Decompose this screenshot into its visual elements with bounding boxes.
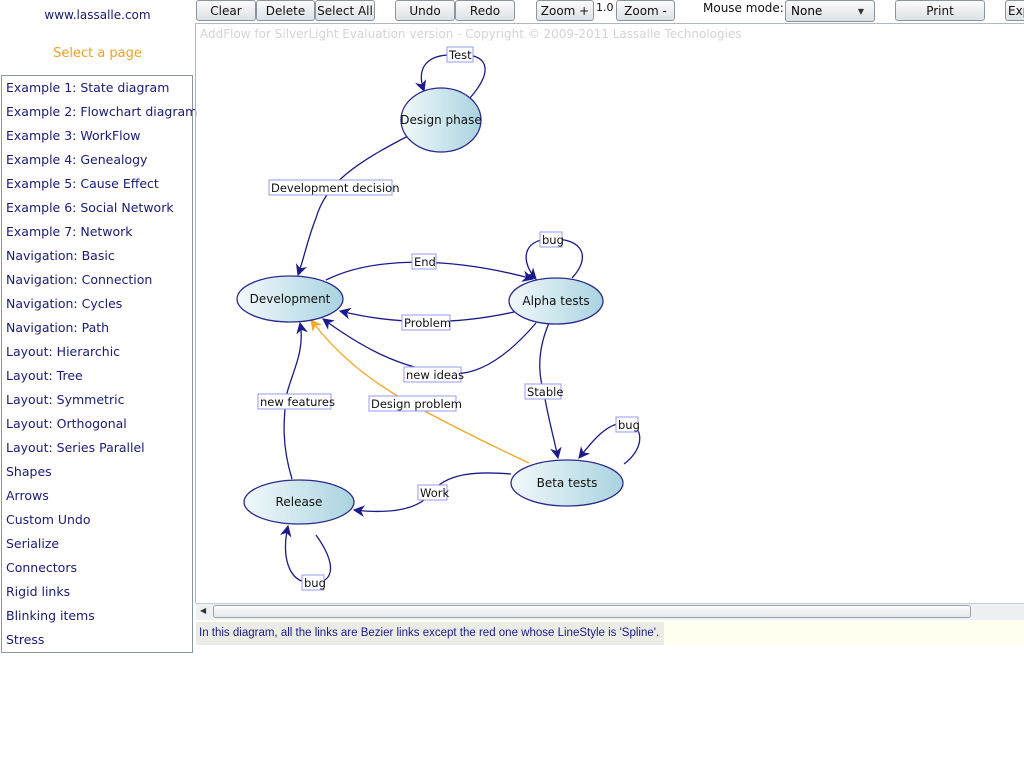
sidebar-item-custom-undo[interactable]: Custom Undo [2,508,192,532]
svg-text:Development decision: Development decision [271,181,399,195]
select-all-button[interactable]: Select All [315,0,375,21]
sidebar-item-layout-orthogonal[interactable]: Layout: Orthogonal [2,412,192,436]
sidebar-item-rigid-links[interactable]: Rigid links [2,580,192,604]
sidebar-item-example-1[interactable]: Example 1: State diagram [2,76,192,100]
link-release-bug[interactable] [280,524,332,584]
link-label-new-ideas: new ideas [403,366,464,383]
link-label-test: Test [446,46,474,63]
undo-button[interactable]: Undo [395,0,455,21]
node-label-design-phase: Design phase [400,113,481,127]
svg-text:Stable: Stable [527,385,563,399]
sidebar-item-layout-symmetric[interactable]: Layout: Symmetric [2,388,192,412]
link-label-stable: Stable [524,383,563,400]
svg-text:Design problem: Design problem [371,397,462,411]
print-button[interactable]: Print [895,0,985,21]
sidebar-item-arrows[interactable]: Arrows [2,484,192,508]
link-development-decision[interactable] [295,135,409,277]
status-bar: In this diagram, all the links are Bezie… [196,621,1024,645]
svg-text:Test: Test [448,48,472,62]
svg-text:bug: bug [618,418,640,432]
sidebar-item-example-5[interactable]: Example 5: Cause Effect [2,172,192,196]
sidebar-item-example-6[interactable]: Example 6: Social Network [2,196,192,220]
site-link[interactable]: www.lassalle.com [0,8,195,22]
link-design-problem[interactable] [310,319,530,464]
link-label-end: End [411,253,437,270]
node-label-development: Development [250,292,331,306]
sidebar-item-navigation-connection[interactable]: Navigation: Connection [2,268,192,292]
node-label-alpha-tests: Alpha tests [522,294,589,308]
scrollbar-thumb[interactable] [213,605,971,618]
sidebar-item-example-3[interactable]: Example 3: WorkFlow [2,124,192,148]
scroll-left-icon[interactable]: ◀ [200,606,206,615]
sidebar-item-layout-hierarchic[interactable]: Layout: Hierarchic [2,340,192,364]
link-label-problem: Problem [401,314,451,331]
svg-text:bug: bug [304,576,326,590]
diagram[interactable]: Design phase Development Alpha tests Bet… [196,23,1024,603]
horizontal-scrollbar[interactable]: ◀ [196,603,1024,620]
sidebar-item-blinking-items[interactable]: Blinking items [2,604,192,628]
mouse-mode-value: None [791,4,823,18]
zoom-level: 1.0 [596,1,614,14]
link-label-beta-bug: bug [615,416,640,433]
delete-button[interactable]: Delete [256,0,315,21]
redo-button[interactable]: Redo [455,0,515,21]
sidebar-item-layout-tree[interactable]: Layout: Tree [2,364,192,388]
sidebar-item-example-4[interactable]: Example 4: Genealogy [2,148,192,172]
node-label-beta-tests: Beta tests [537,476,598,490]
sidebar-item-navigation-basic[interactable]: Navigation: Basic [2,244,192,268]
mouse-mode-label: Mouse mode: [703,1,784,15]
clear-button[interactable]: Clear [196,0,256,21]
sidebar-item-shapes[interactable]: Shapes [2,460,192,484]
toolbar: Clear Delete Select All Undo Redo Zoom +… [195,0,1024,24]
sidebar-item-serialize[interactable]: Serialize [2,532,192,556]
svg-text:End: End [414,255,436,269]
sidebar-item-navigation-cycles[interactable]: Navigation: Cycles [2,292,192,316]
node-label-release: Release [276,495,323,509]
status-text: In this diagram, all the links are Bezie… [196,622,665,645]
sidebar-item-stress[interactable]: Stress [2,628,192,652]
link-label-alpha-bug: bug [539,231,564,248]
svg-text:bug: bug [542,233,564,247]
diagram-canvas[interactable]: AddFlow for SilverLight Evaluation versi… [195,23,1024,603]
export-button[interactable]: Exp [1005,0,1024,21]
link-label-work: Work [417,484,449,501]
zoom-in-button[interactable]: Zoom + [536,0,594,21]
zoom-out-button[interactable]: Zoom - [616,0,675,21]
page-list: Example 1: State diagram Example 2: Flow… [1,75,197,653]
link-label-new-features: new features [257,393,335,410]
svg-text:Work: Work [420,486,449,500]
svg-text:new ideas: new ideas [406,368,464,382]
sidebar-item-layout-series-parallel[interactable]: Layout: Series Parallel [2,436,192,460]
sidebar-item-example-7[interactable]: Example 7: Network [2,220,192,244]
mouse-mode-select[interactable]: None ▼ [785,0,875,22]
sidebar-item-navigation-path[interactable]: Navigation: Path [2,316,192,340]
sidebar-item-example-2[interactable]: Example 2: Flowchart diagram [2,100,197,124]
svg-text:Problem: Problem [404,316,451,330]
link-label-release-bug: bug [301,574,326,591]
select-page-heading: Select a page [53,46,142,61]
chevron-down-icon: ▼ [857,7,864,16]
link-label-development-decision: Development decision [268,179,399,196]
link-label-design-problem: Design problem [368,395,462,412]
svg-text:new features: new features [260,395,335,409]
sidebar-item-connectors[interactable]: Connectors [2,556,192,580]
